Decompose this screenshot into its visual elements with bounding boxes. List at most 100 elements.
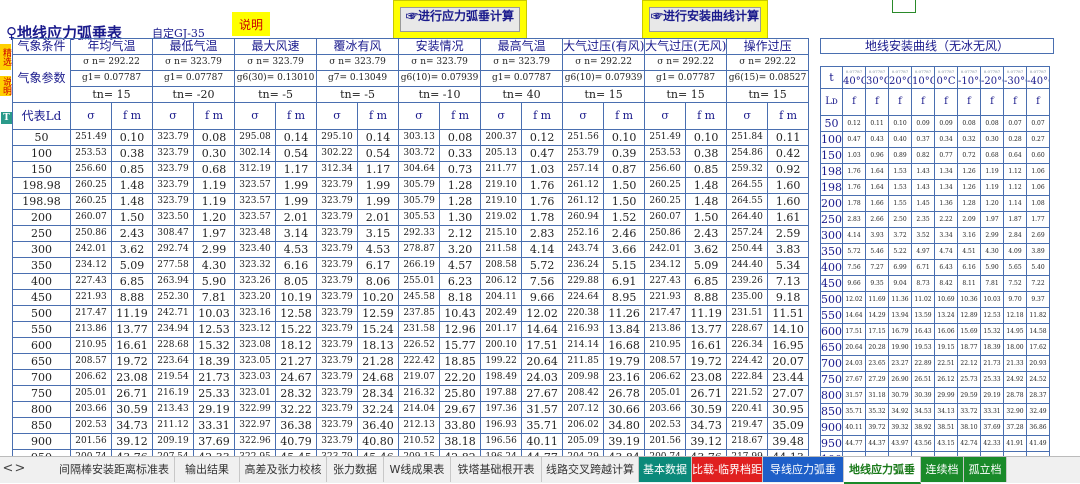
install-sag-cell[interactable]: 1.77 (1026, 211, 1050, 228)
install-sag-cell[interactable]: 1.78 (842, 195, 866, 212)
sag-cell[interactable]: 6.17 (357, 257, 400, 274)
sag-cell[interactable]: 40.80 (357, 433, 400, 450)
install-sag-cell[interactable]: 0.40 (888, 131, 912, 148)
sag-cell[interactable]: 1.52 (603, 209, 646, 226)
stress-cell[interactable]: 216.19 (152, 385, 195, 402)
stress-cell[interactable]: 303.13 (398, 129, 441, 146)
install-sag-cell[interactable]: 29.99 (934, 387, 958, 404)
sag-cell[interactable]: 27.07 (767, 385, 810, 402)
stress-cell[interactable]: 323.79 (316, 305, 359, 322)
sag-cell[interactable]: 39.12 (685, 433, 728, 450)
side-select-button[interactable]: 精选 (0, 44, 11, 70)
install-sag-cell[interactable]: 0.07 (1026, 115, 1050, 132)
install-sag-cell[interactable]: 43.97 (888, 435, 912, 452)
stress-cell[interactable]: 304.64 (398, 161, 441, 178)
stress-cell[interactable]: 206.02 (562, 417, 605, 434)
install-span[interactable]: 100 (820, 131, 843, 148)
sag-cell[interactable]: 31.57 (521, 401, 564, 418)
install-sag-cell[interactable]: 1.14 (1003, 195, 1027, 212)
sag-cell[interactable]: 19.72 (685, 353, 728, 370)
install-sag-cell[interactable]: 28.78 (1003, 387, 1027, 404)
install-sag-cell[interactable]: 20.64 (842, 339, 866, 356)
sag-cell[interactable]: 39.19 (603, 433, 646, 450)
sag-cell[interactable]: 5.09 (685, 257, 728, 274)
tab-2[interactable]: 高差及张力校核 (240, 457, 327, 482)
install-sag-cell[interactable]: 0.64 (1003, 147, 1027, 164)
stress-cell[interactable]: 252.16 (562, 225, 605, 242)
sag-cell[interactable]: 8.06 (357, 273, 400, 290)
stress-cell[interactable]: 295.08 (234, 129, 277, 146)
install-sag-cell[interactable]: 8.73 (911, 275, 935, 292)
install-sag-cell[interactable]: 15.32 (980, 323, 1004, 340)
install-span[interactable]: 198.9 (820, 163, 843, 180)
stress-cell[interactable]: 197.88 (480, 385, 523, 402)
stress-cell[interactable]: 196.56 (480, 433, 523, 450)
install-sag-cell[interactable]: 37.28 (1003, 419, 1027, 436)
install-sag-cell[interactable]: 5.22 (888, 243, 912, 260)
stress-cell[interactable]: 251.84 (726, 129, 769, 146)
install-sag-cell[interactable]: 11.36 (888, 291, 912, 308)
sag-cell[interactable]: 3.20 (439, 241, 482, 258)
sag-cell[interactable]: 24.67 (275, 369, 318, 386)
sag-cell[interactable]: 1.17 (357, 161, 400, 178)
sag-cell[interactable]: 1.20 (193, 209, 236, 226)
sag-cell[interactable]: 23.16 (603, 369, 646, 386)
sag-cell[interactable]: 22.20 (439, 369, 482, 386)
stress-cell[interactable]: 211.77 (480, 161, 523, 178)
sag-cell[interactable]: 17.51 (521, 337, 564, 354)
sag-cell[interactable]: 1.28 (439, 177, 482, 194)
span-value[interactable]: 500 (12, 305, 71, 322)
install-sag-cell[interactable]: 24.92 (1003, 371, 1027, 388)
stress-cell[interactable]: 209.98 (562, 369, 605, 386)
sag-cell[interactable]: 4.14 (521, 241, 564, 258)
stress-cell[interactable]: 260.25 (70, 177, 112, 194)
span-value[interactable]: 650 (12, 353, 71, 370)
sag-cell[interactable]: 0.10 (685, 129, 728, 146)
tab-4[interactable]: W线成果表 (384, 457, 451, 482)
install-sag-cell[interactable]: 30.39 (911, 387, 935, 404)
install-span[interactable]: 500 (820, 291, 843, 308)
sag-cell[interactable]: 1.19 (193, 177, 236, 194)
install-span[interactable]: 300 (820, 227, 843, 244)
sag-cell[interactable]: 0.08 (439, 129, 482, 146)
stress-cell[interactable]: 219.47 (726, 417, 769, 434)
stress-cell[interactable]: 323.01 (234, 385, 277, 402)
sag-cell[interactable]: 1.99 (357, 193, 400, 210)
install-sag-cell[interactable]: 34.53 (911, 403, 935, 420)
install-sag-cell[interactable]: 1.76 (842, 179, 866, 196)
install-span[interactable]: 198.9 (820, 179, 843, 196)
stress-cell[interactable]: 253.53 (644, 145, 687, 162)
install-sag-cell[interactable]: 0.30 (980, 131, 1004, 148)
install-sag-cell[interactable]: 29.19 (980, 387, 1004, 404)
sag-cell[interactable]: 0.14 (275, 129, 318, 146)
install-span[interactable]: 350 (820, 243, 843, 260)
install-sag-cell[interactable]: 1.20 (980, 195, 1004, 212)
span-value[interactable]: 50 (12, 129, 71, 146)
sag-cell[interactable]: 7.56 (521, 273, 564, 290)
install-sag-cell[interactable]: 3.16 (957, 227, 981, 244)
stress-cell[interactable]: 237.85 (398, 305, 441, 322)
stress-cell[interactable]: 206.12 (480, 273, 523, 290)
sag-cell[interactable]: 25.80 (439, 385, 482, 402)
sag-cell[interactable]: 1.99 (275, 193, 318, 210)
stress-cell[interactable]: 226.34 (726, 337, 769, 354)
stress-cell[interactable]: 323.79 (316, 417, 359, 434)
stress-cell[interactable]: 216.93 (562, 321, 605, 338)
install-sag-cell[interactable]: 39.72 (865, 419, 889, 436)
span-value[interactable]: 750 (12, 385, 71, 402)
sag-cell[interactable]: 2.12 (439, 225, 482, 242)
sag-cell[interactable]: 28.34 (357, 385, 400, 402)
install-sag-cell[interactable]: 12.02 (842, 291, 866, 308)
install-sag-cell[interactable]: 18.00 (1003, 339, 1027, 356)
install-sag-cell[interactable]: 23.65 (865, 355, 889, 372)
install-span[interactable]: 600 (820, 323, 843, 340)
stress-cell[interactable]: 323.79 (316, 385, 359, 402)
install-sag-cell[interactable]: 2.99 (980, 227, 1004, 244)
stress-cell[interactable]: 259.32 (726, 161, 769, 178)
install-sag-cell[interactable]: 1.36 (934, 195, 958, 212)
stress-cell[interactable]: 260.25 (70, 193, 112, 210)
sag-cell[interactable]: 5.09 (110, 257, 154, 274)
sag-cell[interactable]: 6.16 (275, 257, 318, 274)
install-sag-cell[interactable]: 1.06 (1026, 163, 1050, 180)
sag-cell[interactable]: 24.68 (357, 369, 400, 386)
